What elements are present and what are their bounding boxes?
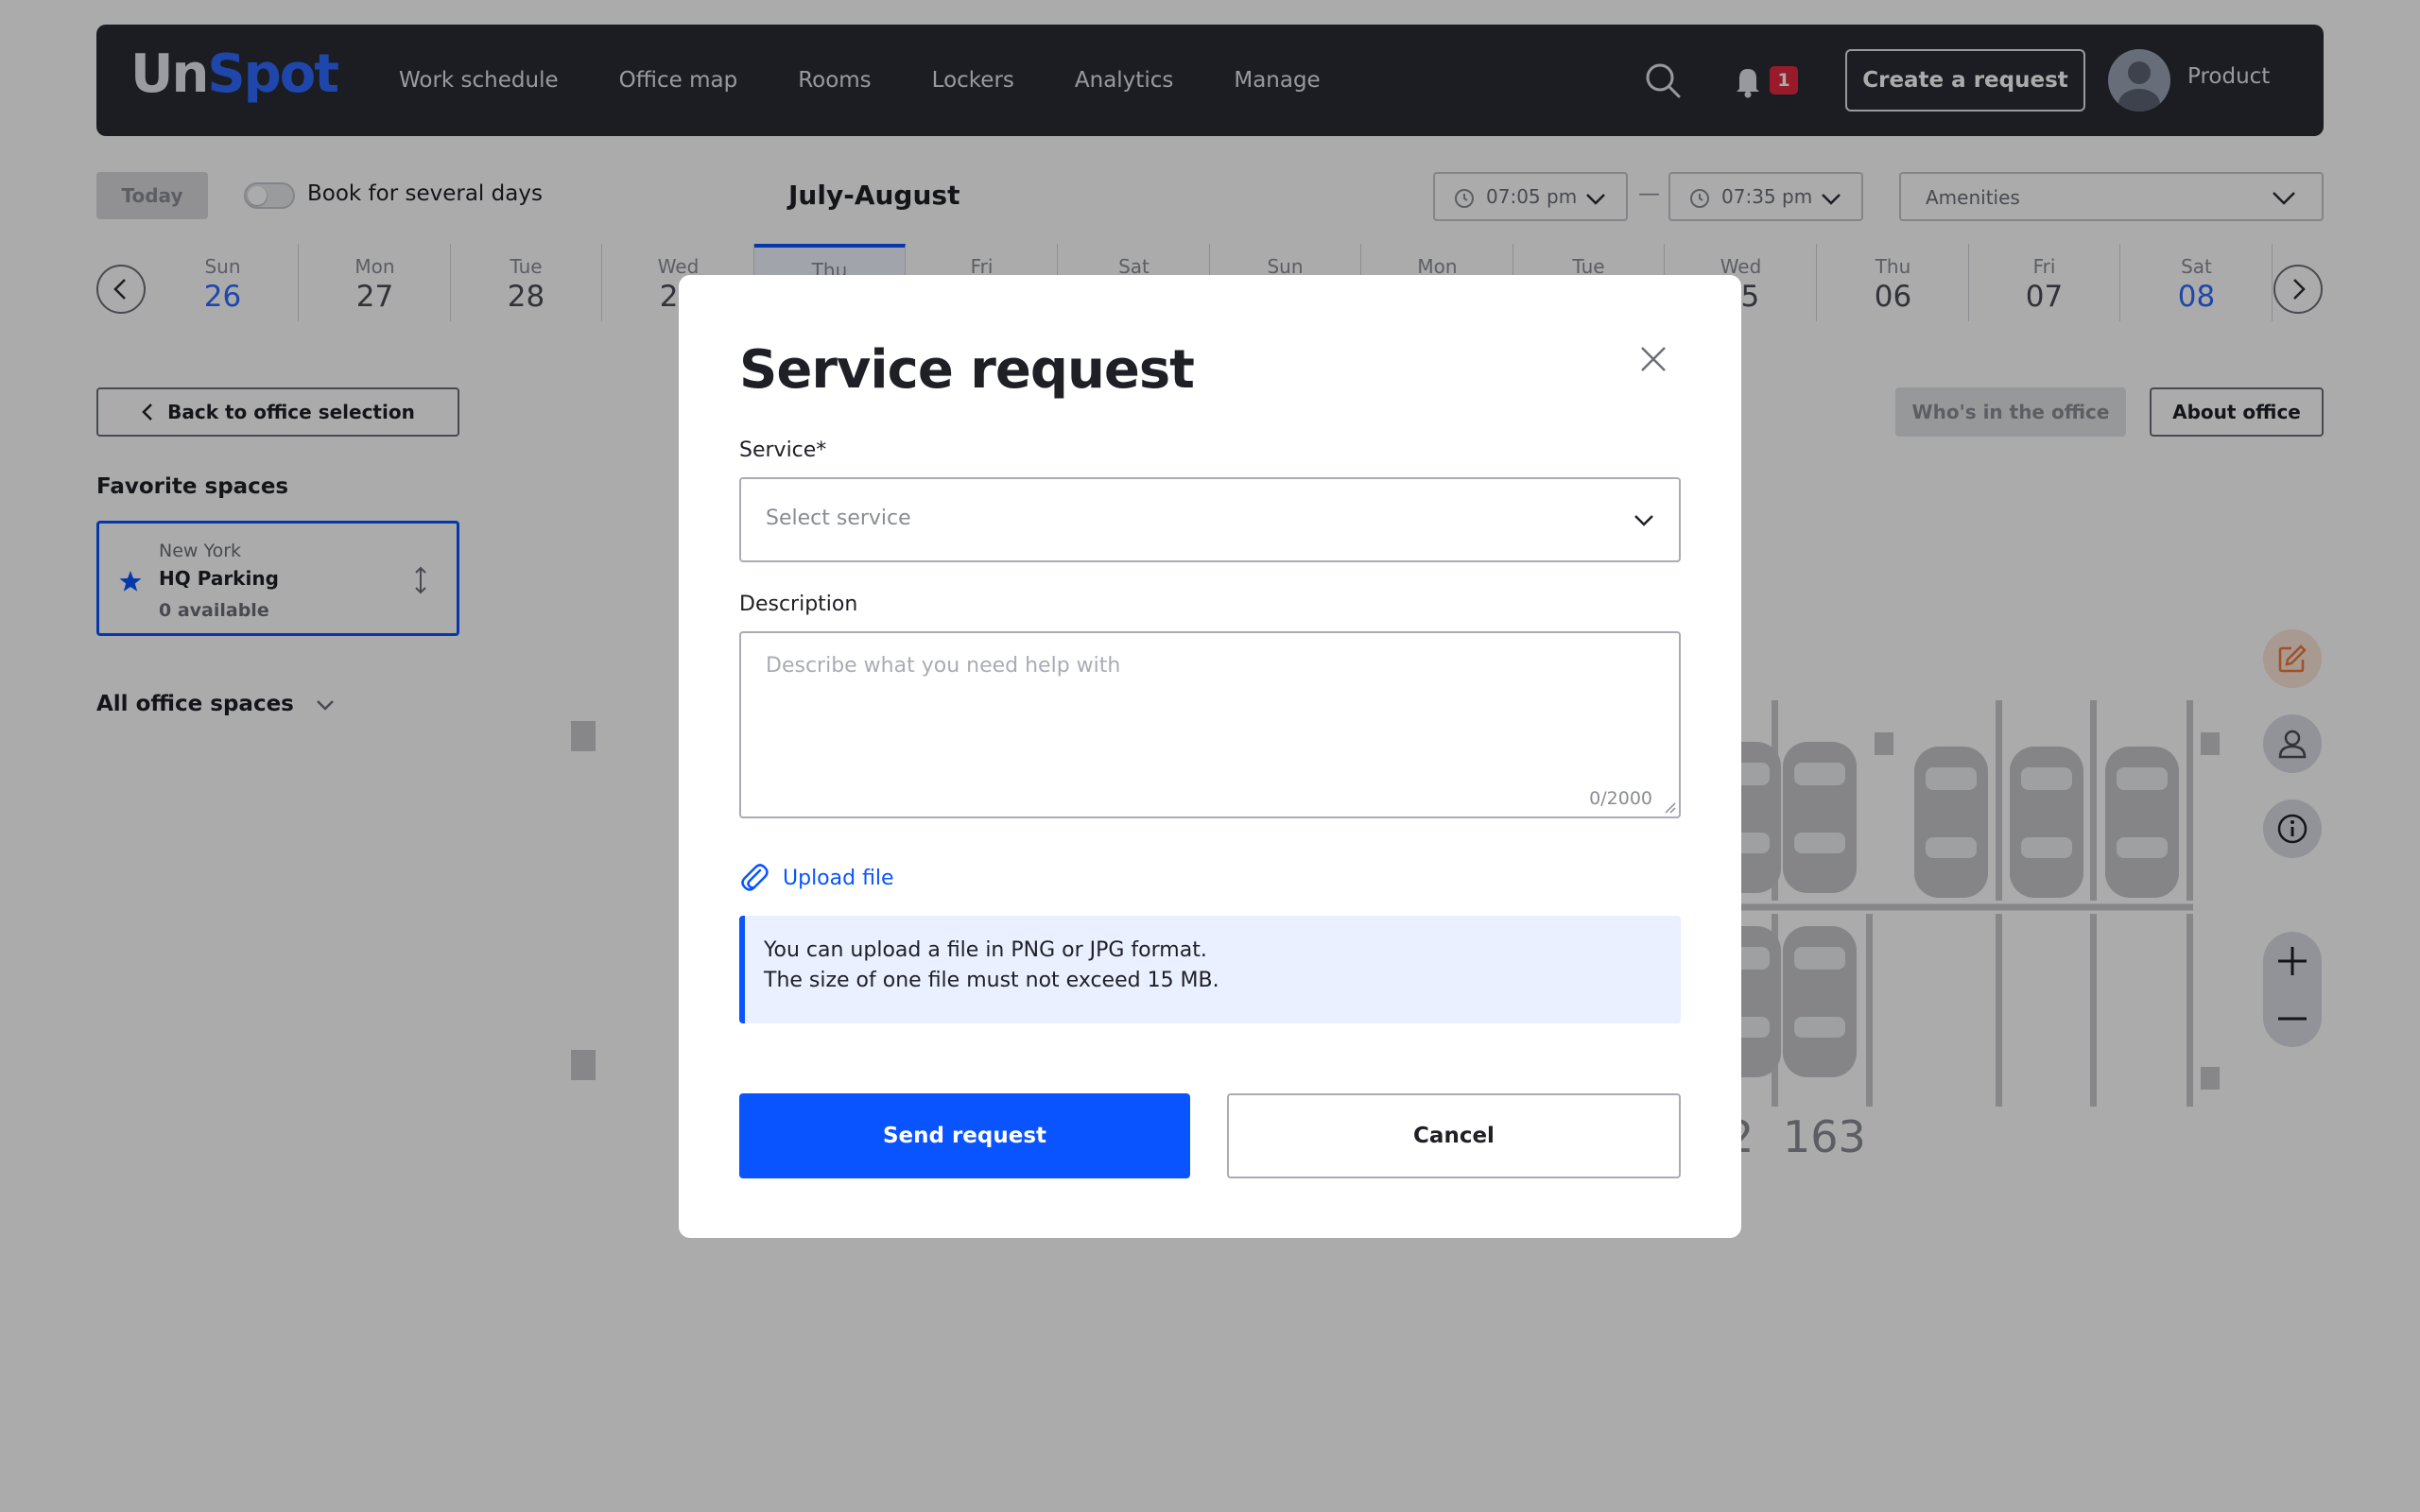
upload-file-button[interactable]: Upload file [739,861,894,895]
close-icon[interactable] [1637,343,1669,375]
service-label: Service* [739,438,827,462]
file-format-info: You can upload a file in PNG or JPG form… [739,916,1681,1023]
description-placeholder: Describe what you need help with [766,654,1121,678]
service-select[interactable]: Select service [739,477,1681,562]
paperclip-icon [741,864,769,891]
character-counter: 0/2000 [1589,788,1652,809]
info-line-size: The size of one file must not exceed 15 … [764,969,1219,992]
service-request-modal: Service request Service* Select service … [679,275,1741,1238]
send-request-button[interactable]: Send request [739,1093,1190,1178]
resize-handle-icon[interactable] [1664,801,1677,815]
upload-file-label: Upload file [783,866,894,890]
chevron-down-icon [1634,515,1653,526]
info-line-format: You can upload a file in PNG or JPG form… [764,938,1207,962]
service-placeholder: Select service [766,507,911,530]
description-textarea[interactable]: Describe what you need help with 0/2000 [739,631,1681,818]
cancel-button[interactable]: Cancel [1227,1093,1681,1178]
modal-title: Service request [739,339,1195,401]
description-label: Description [739,593,858,616]
